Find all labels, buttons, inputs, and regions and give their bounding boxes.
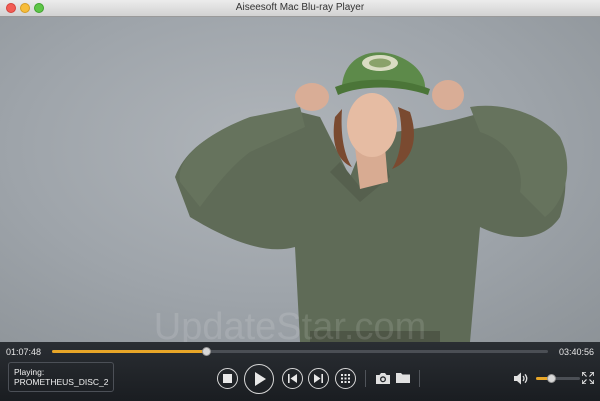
- previous-icon: [288, 374, 297, 383]
- camera-icon: [376, 372, 390, 384]
- title-bar: Aiseesoft Mac Blu-ray Player: [0, 0, 600, 17]
- previous-chapter-button[interactable]: [282, 368, 303, 389]
- play-button[interactable]: [244, 364, 274, 394]
- volume-slider[interactable]: [536, 374, 580, 383]
- now-playing-box: Playing: PROMETHEUS_DISC_2: [8, 362, 114, 392]
- next-chapter-button[interactable]: [308, 368, 329, 389]
- video-frame[interactable]: UpdateStar.com: [0, 17, 600, 342]
- stop-button[interactable]: [217, 368, 238, 389]
- seek-slider[interactable]: [52, 347, 548, 356]
- folder-icon: [395, 373, 410, 383]
- fullscreen-button[interactable]: [581, 371, 595, 385]
- fullscreen-icon: [582, 372, 594, 384]
- play-icon: [254, 372, 266, 386]
- now-playing-label: Playing:: [14, 367, 45, 377]
- speaker-icon: [514, 372, 528, 384]
- total-time: 03:40:56: [558, 347, 594, 357]
- player-window: Aiseesoft Mac Blu-ray Player UpdateStar.…: [0, 0, 600, 401]
- next-icon: [314, 374, 323, 383]
- mute-button[interactable]: [514, 371, 530, 385]
- control-divider: [419, 370, 420, 387]
- seek-progress: [52, 350, 206, 353]
- disc-menu-button[interactable]: [335, 368, 356, 389]
- current-time: 01:07:48: [6, 347, 42, 357]
- window-title: Aiseesoft Mac Blu-ray Player: [235, 2, 365, 13]
- now-playing-title: PROMETHEUS_DISC_2: [14, 377, 109, 387]
- open-folder-button[interactable]: [394, 370, 412, 386]
- menu-grid-icon: [341, 374, 350, 383]
- control-divider: [365, 370, 366, 387]
- volume-handle[interactable]: [547, 374, 557, 383]
- snapshot-button[interactable]: [374, 370, 392, 386]
- control-bar: 01:07:48 03:40:56 Playing: PROMETHEUS_DI…: [0, 342, 600, 401]
- video-image: UpdateStar.com: [154, 52, 568, 342]
- watermark-text: UpdateStar.com: [154, 306, 426, 342]
- seek-handle[interactable]: [201, 347, 211, 356]
- stop-icon: [223, 374, 232, 383]
